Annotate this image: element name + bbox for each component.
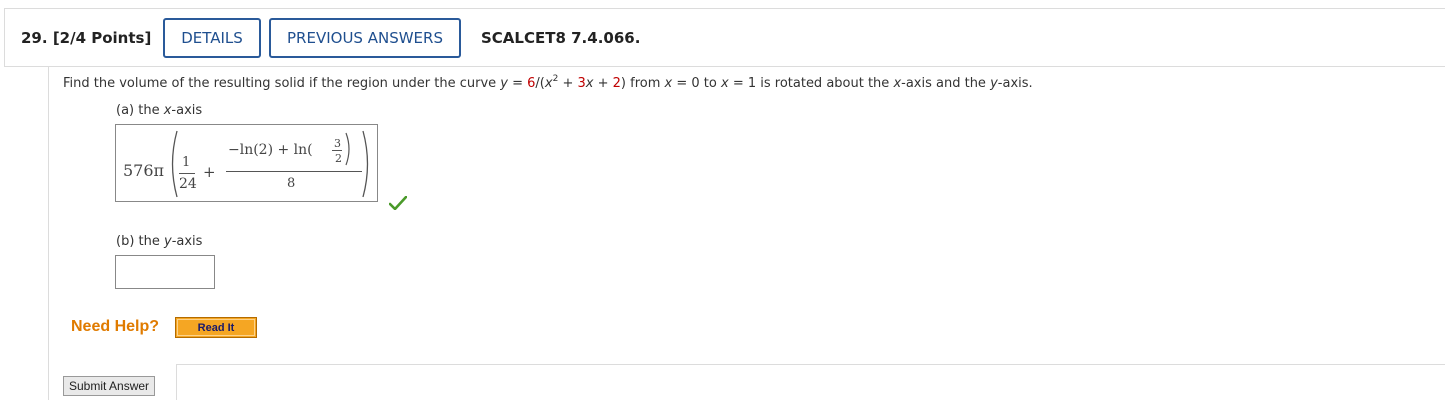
frac1-bar (179, 173, 195, 174)
submit-answer-button[interactable]: Submit Answer (63, 376, 156, 396)
frac1-denominator: 24 (179, 176, 197, 192)
previous-answers-button[interactable]: PREVIOUS ANSWERS (269, 18, 461, 58)
part-b-label: (b) the y-axis (116, 234, 203, 249)
answer-coefficient: 576π (123, 161, 165, 180)
question-header: 29. [2/4 Points] DETAILS PREVIOUS ANSWER… (4, 8, 1445, 67)
inner-right-paren-icon (345, 132, 350, 166)
read-it-button[interactable]: Read It (175, 317, 257, 338)
inner-frac-denominator: 2 (335, 152, 342, 165)
need-help-label: Need Help? (71, 318, 160, 335)
part-a-answer-box[interactable]: 576π 1 24 + −ln(2) + ln( 3 2 8 (115, 124, 378, 202)
correct-check-icon (389, 196, 407, 210)
content-divider (48, 67, 49, 400)
frac1-numerator: 1 (182, 155, 191, 170)
question-number: 29. [2/4 Points] (21, 29, 152, 47)
left-paren-icon (171, 130, 178, 198)
question-code: SCALCET8 7.4.066. (481, 29, 641, 47)
part-a-label: (a) the x-axis (116, 103, 203, 118)
inner-frac-bar (332, 150, 342, 151)
plus-sign: + (203, 163, 216, 181)
question-prompt: Find the volume of the resulting solid i… (63, 74, 1033, 92)
inner-frac-numerator: 3 (334, 137, 341, 150)
frac2-bar (226, 171, 362, 172)
points-label: [2/4 Points] (52, 29, 152, 47)
bottom-panel (176, 364, 1445, 400)
details-button[interactable]: DETAILS (163, 18, 261, 58)
right-paren-icon (362, 130, 369, 198)
part-b-answer-input[interactable] (115, 255, 215, 289)
frac2-numerator: −ln(2) + ln( (228, 142, 313, 158)
frac2-denominator: 8 (287, 176, 296, 191)
